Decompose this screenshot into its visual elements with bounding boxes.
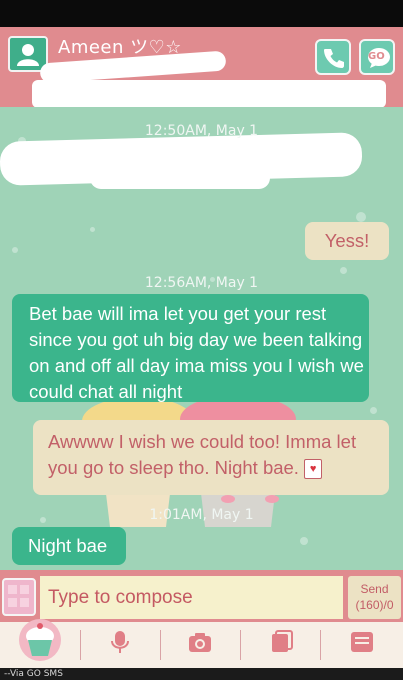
message-bubble-outgoing[interactable]: Yess! [305, 222, 389, 260]
call-button[interactable] [315, 39, 351, 75]
status-bar [0, 0, 403, 27]
timestamp: 1:01AM, May 1 [149, 507, 254, 523]
emoji-grid-icon [8, 585, 29, 607]
microphone-icon[interactable] [106, 628, 134, 656]
signature-footer: --Via GO SMS [0, 668, 403, 680]
send-button[interactable]: Send (160)/0 [348, 576, 401, 619]
chat-thread[interactable]: 12:50AM, May 1 Yess! 12:56AM, May 1 Bet … [0, 107, 403, 570]
character-count: (160)/0 [355, 598, 394, 612]
message-bubble-outgoing[interactable]: Awwww I wish we could too! Imma let you … [33, 420, 389, 495]
mms-icon[interactable] [348, 628, 376, 656]
person-icon [17, 44, 39, 66]
camera-icon[interactable] [186, 628, 214, 656]
phone-icon [324, 49, 344, 68]
message-bubble-incoming[interactable]: Night bae [12, 527, 126, 565]
go-label: GO [368, 51, 385, 62]
send-label: Send [360, 582, 389, 596]
cupcake-icon[interactable] [18, 616, 62, 664]
redaction-mark [90, 167, 270, 189]
timestamp: 12:50AM, May 1 [144, 123, 259, 139]
compose-input[interactable] [40, 576, 343, 619]
redaction-mark [32, 80, 386, 108]
go-menu-button[interactable]: GO [359, 39, 395, 75]
message-bubble-incoming[interactable]: Bet bae will ima let you get your rest s… [12, 294, 369, 402]
timestamp: 12:56AM, May 1 [144, 275, 259, 291]
message-text: Bet bae will ima let you get your rest s… [29, 303, 364, 402]
emoji-button[interactable] [2, 578, 36, 616]
attachment-icon[interactable] [268, 628, 296, 656]
heart-emoji-icon: ♥ [304, 459, 323, 480]
